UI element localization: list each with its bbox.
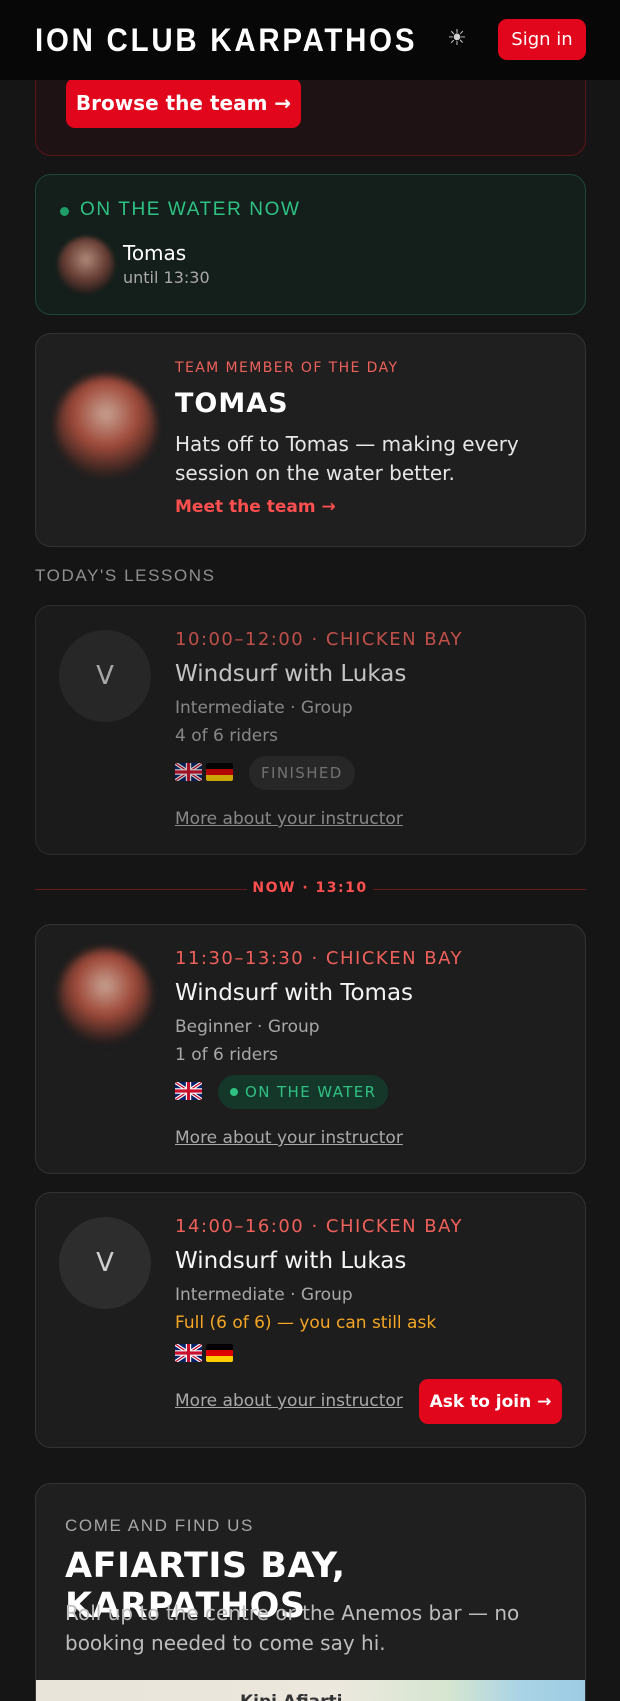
now-divider: NOW · 13:10 xyxy=(252,880,368,896)
language-flags xyxy=(175,763,233,781)
lesson-title: Windsurf with Lukas xyxy=(175,1248,407,1274)
avatar: V xyxy=(59,1217,151,1309)
lesson-time: 14:00–16:00 · CHICKEN BAY xyxy=(175,1216,464,1237)
rider-name: Tomas xyxy=(123,241,187,265)
language-flags xyxy=(175,1082,202,1100)
on-water-card: ON THE WATER NOW Tomas until 13:30 xyxy=(35,174,586,315)
uk-flag-icon xyxy=(175,1344,202,1362)
de-flag-icon xyxy=(206,1344,233,1362)
find-us-kicker: COME AND FIND US xyxy=(65,1516,255,1535)
find-us-card: COME AND FIND US AFIARTIS BAY, KARPATHOS… xyxy=(35,1483,586,1701)
lesson-time: 10:00–12:00 · CHICKEN BAY xyxy=(175,629,464,650)
team-member-name: TOMAS xyxy=(175,388,289,419)
language-flags xyxy=(175,1344,233,1362)
live-dot-icon xyxy=(60,207,69,216)
sign-in-button[interactable]: Sign in xyxy=(498,19,586,60)
team-member-description: Hats off to Tomas — making every session… xyxy=(175,432,519,485)
instructor-link[interactable]: More about your instructor xyxy=(175,1391,403,1411)
uk-flag-icon xyxy=(175,1082,202,1100)
meet-team-link[interactable]: Meet the team → xyxy=(175,497,336,517)
instructor-link[interactable]: More about your instructor xyxy=(175,809,403,829)
sun-icon[interactable]: ☀ xyxy=(446,28,468,50)
rider-until: until 13:30 xyxy=(123,268,210,287)
live-dot-icon xyxy=(230,1088,238,1096)
de-flag-icon xyxy=(206,763,233,781)
team-member-kicker: TEAM MEMBER OF THE DAY xyxy=(175,360,399,376)
avatar xyxy=(59,949,151,1041)
map-place-label: Kipi Afiarti xyxy=(240,1692,342,1701)
lesson-card[interactable]: V 14:00–16:00 · CHICKEN BAY Windsurf wit… xyxy=(35,1192,586,1448)
lesson-riders: 4 of 6 riders xyxy=(175,726,279,746)
on-water-title: ON THE WATER NOW xyxy=(80,199,301,220)
lesson-card[interactable]: 11:30–13:30 · CHICKEN BAY Windsurf with … xyxy=(35,924,586,1174)
browse-team-button[interactable]: Browse the team → xyxy=(66,78,301,128)
ask-to-join-button[interactable]: Ask to join → xyxy=(419,1379,562,1424)
lesson-time: 11:30–13:30 · CHICKEN BAY xyxy=(175,948,464,969)
status-badge-label: ON THE WATER xyxy=(245,1083,377,1101)
status-badge: FINISHED xyxy=(249,756,355,790)
lesson-riders: Full (6 of 6) — you can still ask xyxy=(175,1313,437,1333)
section-title: TODAY'S LESSONS xyxy=(35,566,216,585)
lesson-level: Intermediate · Group xyxy=(175,1285,353,1305)
instructor-link[interactable]: More about your instructor xyxy=(175,1128,403,1148)
lesson-riders: 1 of 6 riders xyxy=(175,1045,279,1065)
team-member-card: TEAM MEMBER OF THE DAY TOMAS Hats off to… xyxy=(35,333,586,547)
avatar xyxy=(56,376,156,476)
lesson-level: Beginner · Group xyxy=(175,1017,320,1037)
find-us-description: Roll up to the centre or the Anemos bar … xyxy=(65,1601,520,1655)
status-badge: ON THE WATER xyxy=(218,1075,389,1109)
avatar: V xyxy=(59,630,151,722)
uk-flag-icon xyxy=(175,763,202,781)
lesson-level: Intermediate · Group xyxy=(175,698,353,718)
lesson-card[interactable]: V 10:00–12:00 · CHICKEN BAY Windsurf wit… xyxy=(35,605,586,855)
lesson-title: Windsurf with Lukas xyxy=(175,661,407,687)
avatar xyxy=(58,237,114,293)
top-bar: ION CLUB KARPATHOS ☀ Sign in xyxy=(0,0,620,80)
brand-title[interactable]: ION CLUB KARPATHOS xyxy=(35,22,417,59)
lesson-title: Windsurf with Tomas xyxy=(175,980,414,1006)
